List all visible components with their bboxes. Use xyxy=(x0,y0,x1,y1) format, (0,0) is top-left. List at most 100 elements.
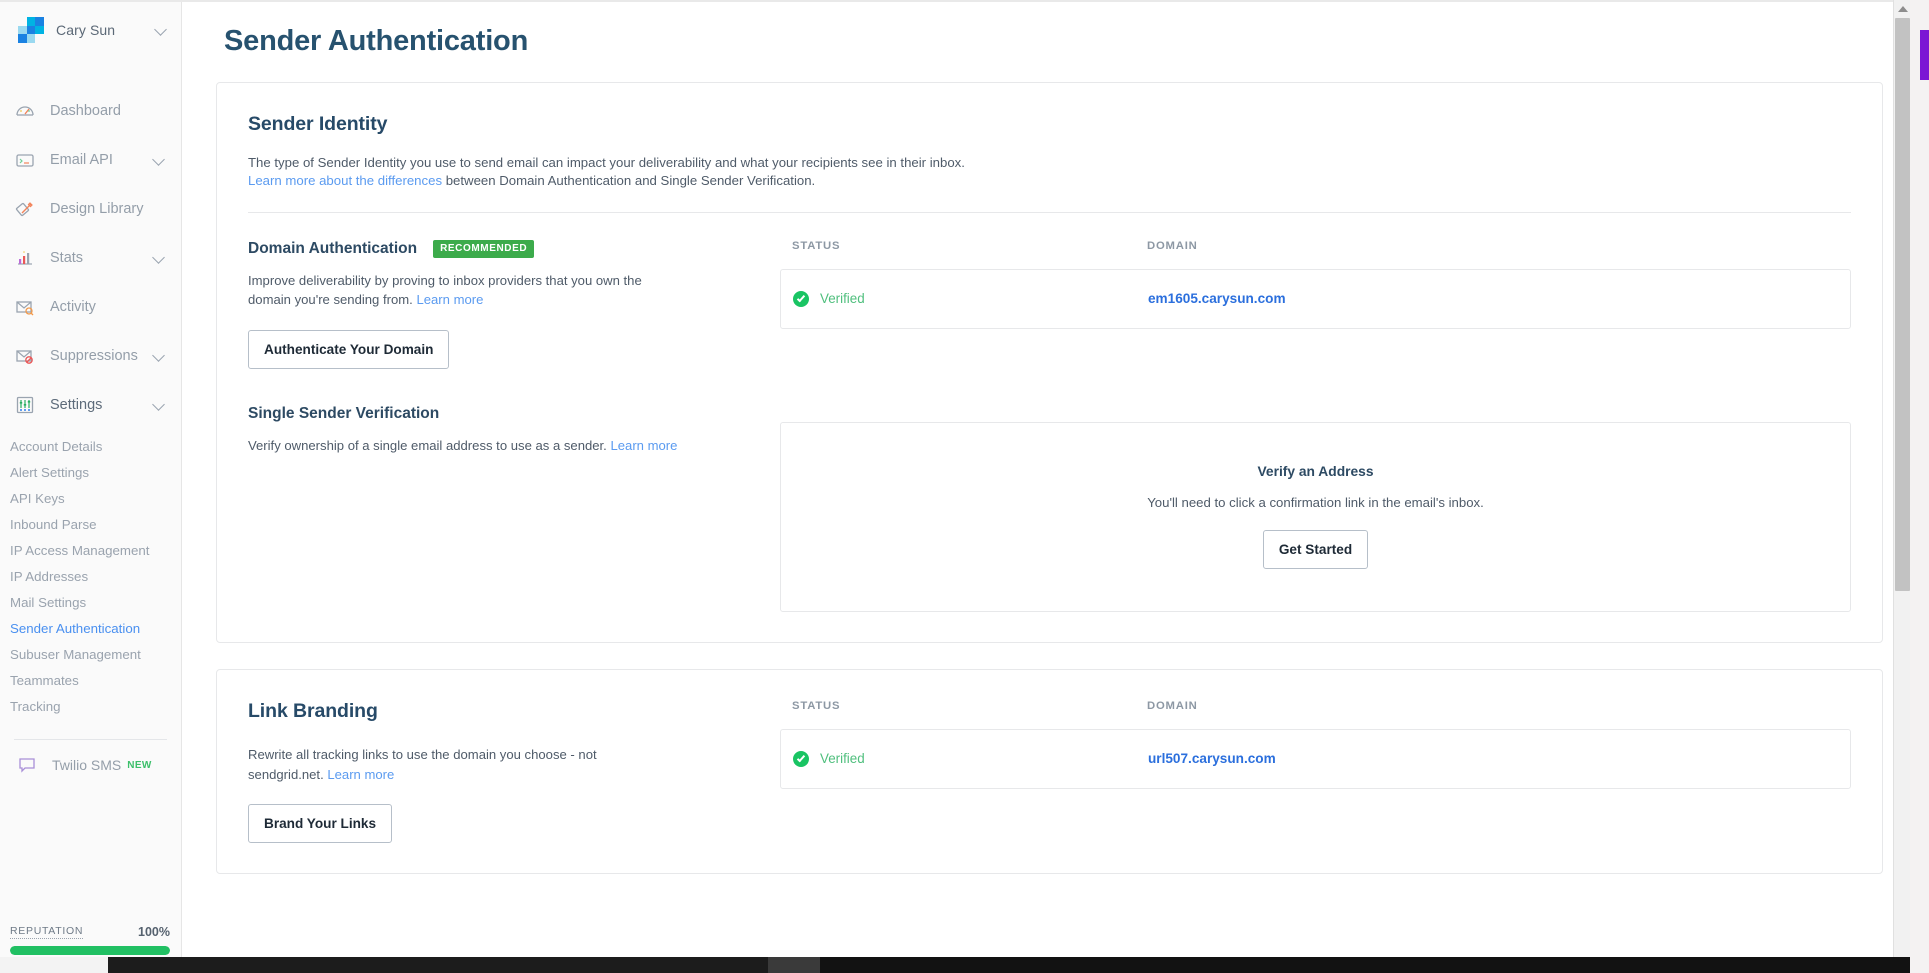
subnav-item-ip-access-management[interactable]: IP Access Management xyxy=(0,537,181,563)
sidebar-item-twilio-sms[interactable]: Twilio SMS NEW xyxy=(0,740,181,776)
vertical-scrollbar[interactable] xyxy=(1893,0,1910,966)
stats-bar-icon xyxy=(14,247,36,269)
sidebar-item-label: Email API xyxy=(50,151,113,168)
subnav-item-inbound-parse[interactable]: Inbound Parse xyxy=(0,511,181,537)
domain-auth-table: Verified em1605.carysun.com xyxy=(780,268,1851,329)
brand-your-links-button[interactable]: Brand Your Links xyxy=(248,804,393,844)
sidebar-item-label: Dashboard xyxy=(50,102,121,119)
account-switcher[interactable]: Cary Sun xyxy=(0,0,181,60)
verify-address-title: Verify an Address xyxy=(1257,464,1374,480)
sidebar: Cary Sun Dashboard Email API Design Libr… xyxy=(0,0,182,973)
sidebar-item-label: Design Library xyxy=(50,200,144,217)
activity-envelope-search-icon xyxy=(14,296,36,318)
domain-link[interactable]: em1605.carysun.com xyxy=(1148,291,1286,306)
subnav-item-subuser-management[interactable]: Subuser Management xyxy=(0,641,181,667)
sidebar-item-activity[interactable]: Activity xyxy=(0,282,181,331)
subnav-item-mail-settings[interactable]: Mail Settings xyxy=(0,589,181,615)
authenticate-your-domain-button[interactable]: Authenticate Your Domain xyxy=(248,329,450,369)
domain-authentication-title: Domain Authentication xyxy=(248,239,418,257)
chevron-down-icon xyxy=(154,21,167,39)
domain-authentication-learn-more-link[interactable]: Learn more xyxy=(416,292,483,307)
sidebar-item-dashboard[interactable]: Dashboard xyxy=(0,86,181,135)
sidebar-item-label: Suppressions xyxy=(50,347,138,364)
chevron-down-icon xyxy=(152,396,165,414)
sidebar-item-stats[interactable]: Stats xyxy=(0,233,181,282)
application-window: Cary Sun Dashboard Email API Design Libr… xyxy=(0,0,1929,973)
design-library-pencil-icon xyxy=(14,198,36,220)
subnav-item-tracking[interactable]: Tracking xyxy=(0,693,181,719)
status-badge: Verified xyxy=(793,290,1148,307)
subnav-item-sender-authentication[interactable]: Sender Authentication xyxy=(0,615,181,641)
sidebar-item-design-library[interactable]: Design Library xyxy=(0,184,181,233)
subnav-item-alert-settings[interactable]: Alert Settings xyxy=(0,459,181,485)
sms-chat-bubble-icon xyxy=(16,754,38,776)
verify-address-subtitle: You'll need to click a confirmation link… xyxy=(1147,495,1484,511)
reputation-progress-fill xyxy=(10,946,170,955)
status-badge: Verified xyxy=(793,750,1148,767)
recommended-badge: RECOMMENDED xyxy=(433,239,535,258)
verify-address-empty-state: Verify an Address You'll need to click a… xyxy=(780,421,1851,612)
column-header-status: STATUS xyxy=(792,699,841,712)
reputation-meter: REPUTATION 100% xyxy=(0,925,181,955)
sidebar-item-email-api[interactable]: Email API xyxy=(0,135,181,184)
status-text: Verified xyxy=(820,291,865,307)
account-name: Cary Sun xyxy=(56,22,116,38)
subnav-item-api-keys[interactable]: API Keys xyxy=(0,485,181,511)
status-text: Verified xyxy=(820,751,865,767)
settings-sliders-icon xyxy=(14,394,36,416)
link-branding-learn-more-link[interactable]: Learn more xyxy=(327,767,394,782)
link-branding-description: Rewrite all tracking links to use the do… xyxy=(248,745,658,784)
sidebar-item-settings[interactable]: Settings xyxy=(0,380,181,429)
primary-navigation: Dashboard Email API Design Library Stats… xyxy=(0,86,181,725)
single-sender-learn-more-link[interactable]: Learn more xyxy=(610,438,677,453)
learn-more-differences-link[interactable]: Learn more about the differences xyxy=(248,173,442,188)
get-started-button[interactable]: Get Started xyxy=(1262,530,1369,570)
single-sender-verification-section: Single Sender Verification Verify owners… xyxy=(248,405,1851,612)
vertical-scrollbar-thumb[interactable] xyxy=(1895,18,1910,591)
single-sender-description: Verify ownership of a single email addre… xyxy=(248,436,678,456)
table-row[interactable]: Verified em1605.carysun.com xyxy=(781,270,1850,328)
link-branding-title: Link Branding xyxy=(248,699,378,722)
horizontal-scrollbar[interactable] xyxy=(0,957,1910,973)
sender-identity-description-line2: between Domain Authentication and Single… xyxy=(442,172,816,188)
domain-link[interactable]: url507.carysun.com xyxy=(1148,751,1276,766)
email-api-icon xyxy=(14,149,36,171)
suppressions-envelope-block-icon xyxy=(14,345,36,367)
sendgrid-logo-icon xyxy=(18,17,44,43)
horizontal-scrollbar-thumb-secondary[interactable] xyxy=(768,957,820,973)
domain-authentication-section: Domain Authentication RECOMMENDED Improv… xyxy=(248,239,1851,369)
reputation-label: REPUTATION xyxy=(10,925,84,939)
subnav-item-teammates[interactable]: Teammates xyxy=(0,667,181,693)
dashboard-gauge-icon xyxy=(14,100,36,122)
link-branding-card: Link Branding Rewrite all tracking links… xyxy=(216,668,1883,875)
chevron-down-icon xyxy=(152,249,165,267)
subnav-item-account-details[interactable]: Account Details xyxy=(0,433,181,459)
link-branding-description-text: Rewrite all tracking links to use the do… xyxy=(248,746,597,782)
main-content: Sender Authentication Sender Identity Th… xyxy=(182,0,1929,973)
new-badge: NEW xyxy=(127,759,152,771)
column-header-domain: DOMAIN xyxy=(1147,699,1198,712)
verified-check-icon xyxy=(793,750,809,767)
reputation-value: 100% xyxy=(138,925,170,939)
sidebar-item-suppressions[interactable]: Suppressions xyxy=(0,331,181,380)
page-title: Sender Authentication xyxy=(224,25,529,57)
link-branding-section: Link Branding Rewrite all tracking links… xyxy=(248,699,1851,844)
twilio-sms-label: Twilio SMS xyxy=(52,757,122,773)
subnav-item-ip-addresses[interactable]: IP Addresses xyxy=(0,563,181,589)
horizontal-scrollbar-track[interactable] xyxy=(0,957,108,973)
settings-subnav: Account Details Alert Settings API Keys Inb… xyxy=(0,433,181,725)
verified-check-icon xyxy=(793,290,809,307)
domain-authentication-description: Improve deliverability by proving to inb… xyxy=(248,271,678,310)
table-row[interactable]: Verified url507.carysun.com xyxy=(781,730,1850,788)
sender-identity-title: Sender Identity xyxy=(248,113,388,135)
sender-identity-description-line1: The type of Sender Identity you use to s… xyxy=(248,155,965,170)
horizontal-scrollbar-thumb[interactable] xyxy=(108,957,768,973)
column-header-domain: DOMAIN xyxy=(1147,239,1198,252)
card-divider xyxy=(248,211,1851,213)
chevron-down-icon xyxy=(152,151,165,169)
sender-identity-card: Sender Identity The type of Sender Ident… xyxy=(216,82,1883,643)
chevron-down-icon xyxy=(152,347,165,365)
link-branding-table: Verified url507.carysun.com xyxy=(780,728,1851,789)
scroll-up-arrow-icon[interactable] xyxy=(1894,0,1911,17)
single-sender-description-text: Verify ownership of a single email addre… xyxy=(248,437,611,453)
